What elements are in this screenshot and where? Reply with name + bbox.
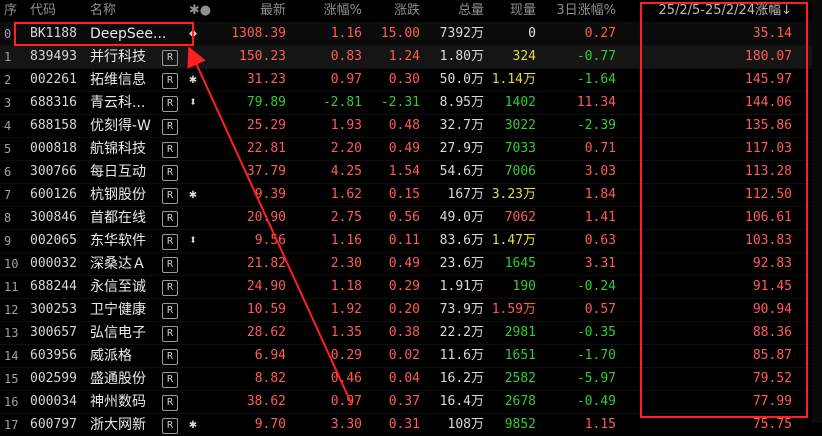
annotation-arrow-line [187, 46, 353, 406]
annotation-arrow [187, 46, 353, 406]
